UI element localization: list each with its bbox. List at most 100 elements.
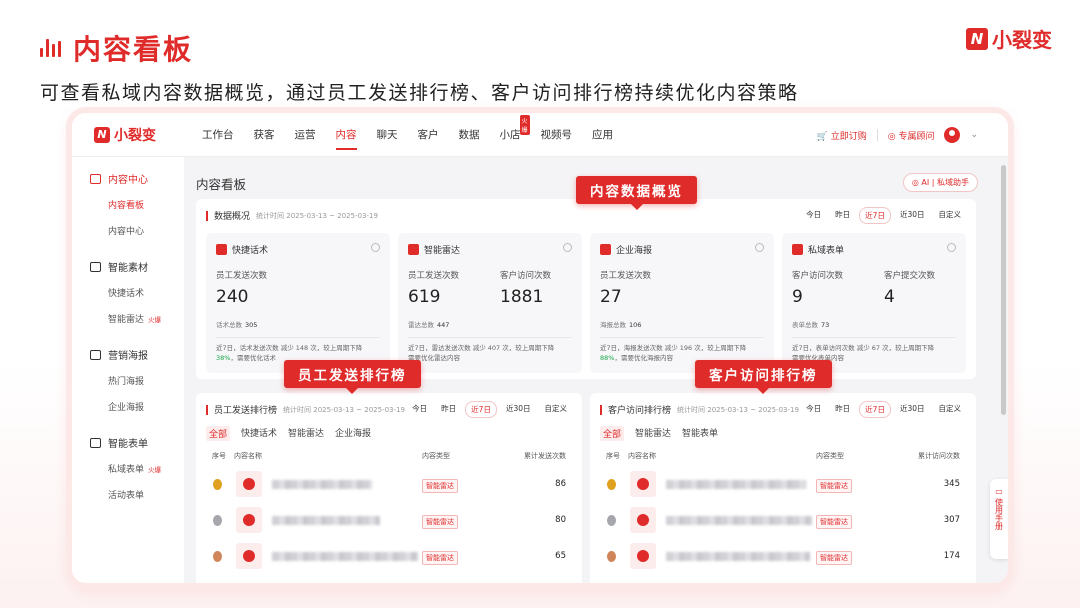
sidebar: 内容中心 内容看板 内容中心 智能素材 快捷话术 智能雷达 火爆 营销海报 热门海… [72,157,184,583]
advisor-link[interactable]: ◎ 专属顾问 [888,129,935,142]
overview-title: 数据概况 [214,212,251,222]
advisor-link-label: 专属顾问 [898,131,935,142]
content-type-tag: 智能雷达 [816,551,852,565]
nav-menu: 工作台 获客 运营 内容 聊天 客户 数据 小店 火爆 视频号 应用 [202,113,613,156]
app-logo[interactable]: N 小裂变 [94,125,194,145]
avatar[interactable] [944,127,961,143]
table-row[interactable]: 智能雷达 65 [212,541,566,571]
range-yesterday[interactable]: 昨日 [436,401,461,418]
tab-radar[interactable]: 智能雷达 [635,426,671,441]
nav-item-operate[interactable]: 运营 [295,113,316,156]
range-30d[interactable]: 近30日 [501,401,536,418]
callout-employee-rank: 员工发送排行榜 [284,360,421,394]
table-row[interactable]: 智能雷达 86 [212,469,566,499]
customer-rank-tabs: 全部 智能雷达 智能表单 [600,426,718,441]
range-yesterday[interactable]: 昨日 [830,401,855,418]
info-icon[interactable] [947,243,956,252]
sidebar-item-label: 智能雷达 [108,315,145,325]
nav-item-acquire[interactable]: 获客 [254,113,275,156]
tab-scripts[interactable]: 快捷话术 [241,426,277,441]
form-icon [792,244,803,255]
tab-poster[interactable]: 企业海报 [335,426,371,441]
brand-name: 小裂变 [992,28,1052,52]
nav-item-apps[interactable]: 应用 [592,113,613,156]
table-row[interactable]: 智能雷达 174 [606,541,960,571]
table-header: 序号 内容名称 内容类型 累计发送次数 [212,451,566,463]
trend-percent: 38% [216,354,231,362]
visit-count: 345 [943,479,960,489]
range-7d[interactable]: 近7日 [859,401,891,418]
range-today[interactable]: 今日 [801,401,826,418]
nav-item-video[interactable]: 视频号 [541,113,573,156]
col-type: 内容类型 [422,452,450,460]
sidebar-item-content-center[interactable]: 内容中心 [90,224,184,237]
nav-item-workbench[interactable]: 工作台 [202,113,234,156]
range-today[interactable]: 今日 [407,401,432,418]
callout-overview: 内容数据概览 [576,176,697,210]
sidebar-item-content-board[interactable]: 内容看板 [90,198,184,211]
info-icon[interactable] [371,243,380,252]
sidebar-group-header[interactable]: 智能素材 [90,259,184,274]
nav-item-chat[interactable]: 聊天 [377,113,398,156]
trend-note: 近7日，雷达发送次数 减少 407 次，较上周期下降 需要优化雷达内容 [408,343,574,363]
sidebar-group-title: 内容中心 [108,175,148,186]
stat-card-form: 私域表单 客户访问次数 9 客户提交次数 4 表单总数 73 近7日，表单访问次数… [782,233,966,373]
info-icon[interactable] [755,243,764,252]
bars-icon [40,39,61,57]
sidebar-group-form: 智能表单 私域表单 火爆 活动表单 [72,435,184,501]
radar-thumbnail-icon [236,471,262,497]
range-30d[interactable]: 近30日 [895,207,930,224]
tab-radar[interactable]: 智能雷达 [288,426,324,441]
range-custom[interactable]: 自定义 [540,401,573,418]
chevron-down-icon[interactable]: ⌄ [970,130,978,140]
employee-rank-header: 员工发送排行榜 统计时间 2025-03-13 ~ 2025-03-19 [206,403,405,417]
nav-item-customer[interactable]: 客户 [418,113,439,156]
folder-icon [90,261,101,272]
sidebar-group-header[interactable]: 营销海报 [90,347,184,362]
range-custom[interactable]: 自定义 [934,207,967,224]
tab-all[interactable]: 全部 [206,426,231,441]
top-nav: N 小裂变 工作台 获客 运营 内容 聊天 客户 数据 小店 火爆 视频号 应用 … [72,113,1008,157]
overview-range: 今日 昨日 近7日 近30日 自定义 [801,207,966,224]
range-30d[interactable]: 近30日 [895,401,930,418]
sidebar-group-header[interactable]: 智能表单 [90,435,184,450]
visit-count: 174 [943,551,960,561]
table-row[interactable]: 智能雷达 345 [606,469,960,499]
nav-right: 🛒 立即订购 ◎ 专属顾问 ⌄ [817,113,978,157]
sidebar-item-radar[interactable]: 智能雷达 火爆 [90,312,184,325]
tab-all[interactable]: 全部 [600,426,625,441]
table-row[interactable]: 智能雷达 80 [212,505,566,535]
sidebar-group-content: 内容中心 内容看板 内容中心 [72,171,184,237]
range-7d[interactable]: 近7日 [465,401,497,418]
employee-rank-range: 今日 昨日 近7日 近30日 自定义 [407,401,572,418]
ai-assistant-button[interactable]: ◎ AI | 私域助手 [902,173,978,192]
sidebar-group-header[interactable]: 内容中心 [90,171,184,186]
sidebar-item-company-poster[interactable]: 企业海报 [90,400,184,413]
sidebar-item-private-form[interactable]: 私域表单 火爆 [90,462,184,475]
total-value: 447 [437,321,450,329]
info-icon[interactable] [563,243,572,252]
sidebar-item-event-form[interactable]: 活动表单 [90,488,184,501]
range-7d[interactable]: 近7日 [859,207,891,224]
sidebar-item-scripts[interactable]: 快捷话术 [90,286,184,299]
nav-item-data[interactable]: 数据 [459,113,480,156]
overview-header: 数据概况 统计时间 2025-03-13 ~ 2025-03-19 [206,209,378,223]
panel-meta: 统计时间 2025-03-13 ~ 2025-03-19 [677,405,799,414]
manual-side-tab[interactable]: ▭ 使用手册 [990,479,1008,559]
sidebar-item-hot-poster[interactable]: 热门海报 [90,374,184,387]
scrollbar[interactable] [1001,165,1006,415]
send-count: 86 [555,479,566,489]
divider [792,337,956,338]
range-today[interactable]: 今日 [801,207,826,224]
table-row[interactable]: 智能雷达 307 [606,505,960,535]
radar-thumbnail-icon [630,507,656,533]
range-yesterday[interactable]: 昨日 [830,207,855,224]
nav-item-content[interactable]: 内容 [335,113,357,156]
range-custom[interactable]: 自定义 [934,401,967,418]
tab-form[interactable]: 智能表单 [682,426,718,441]
blurred-content-name [272,552,418,561]
trend-suggestion: ，需要优化海报内容 [614,354,673,362]
nav-item-shop[interactable]: 小店 火爆 [500,113,530,156]
stat-label: 客户访问次数 [500,271,552,281]
order-link[interactable]: 🛒 立即订购 [817,129,867,142]
